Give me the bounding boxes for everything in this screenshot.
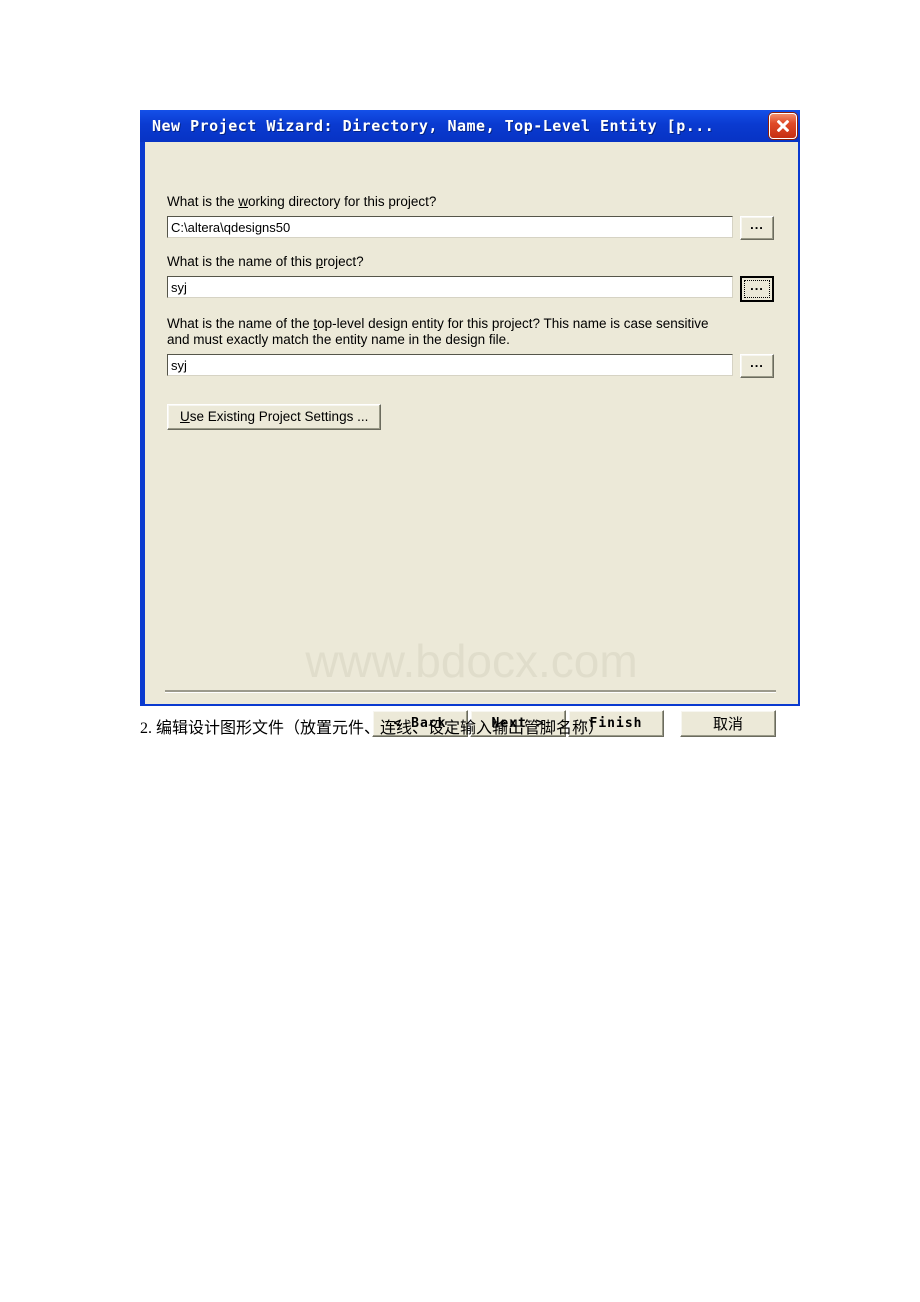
working-directory-browse-button[interactable]: ...	[740, 216, 774, 240]
project-name-label: What is the name of this project?	[167, 254, 364, 269]
dialog-title: New Project Wizard: Directory, Name, Top…	[152, 117, 715, 135]
top-level-entity-input[interactable]: syj	[167, 354, 733, 376]
dialog-titlebar[interactable]: New Project Wizard: Directory, Name, Top…	[140, 110, 800, 142]
close-icon[interactable]	[769, 113, 797, 139]
page-caption: 2. 编辑设计图形文件（放置元件、连线、设定输入输出管脚名称）	[140, 720, 605, 737]
working-directory-row: C:\altera\qdesigns50 ...	[167, 216, 774, 240]
cancel-button[interactable]: 取消	[680, 710, 776, 737]
new-project-wizard-dialog: New Project Wizard: Directory, Name, Top…	[140, 110, 800, 737]
working-directory-label: What is the working directory for this p…	[167, 194, 437, 209]
working-directory-input[interactable]: C:\altera\qdesigns50	[167, 216, 733, 238]
project-name-row: syj ...	[167, 276, 774, 302]
top-level-entity-row: syj ...	[167, 354, 774, 378]
watermark: www.bdocx.com	[305, 635, 638, 687]
project-name-browse-button[interactable]: ...	[740, 276, 774, 302]
footer-separator	[165, 690, 776, 693]
top-level-entity-browse-button[interactable]: ...	[740, 354, 774, 378]
form-area: What is the working directory for this p…	[167, 194, 774, 430]
dialog-client-area: What is the working directory for this p…	[145, 142, 798, 737]
use-existing-project-settings-button[interactable]: Use Existing Project Settings ...	[167, 404, 382, 430]
project-name-input[interactable]: syj	[167, 276, 733, 298]
top-level-entity-label: What is the name of the top-level design…	[167, 316, 709, 347]
